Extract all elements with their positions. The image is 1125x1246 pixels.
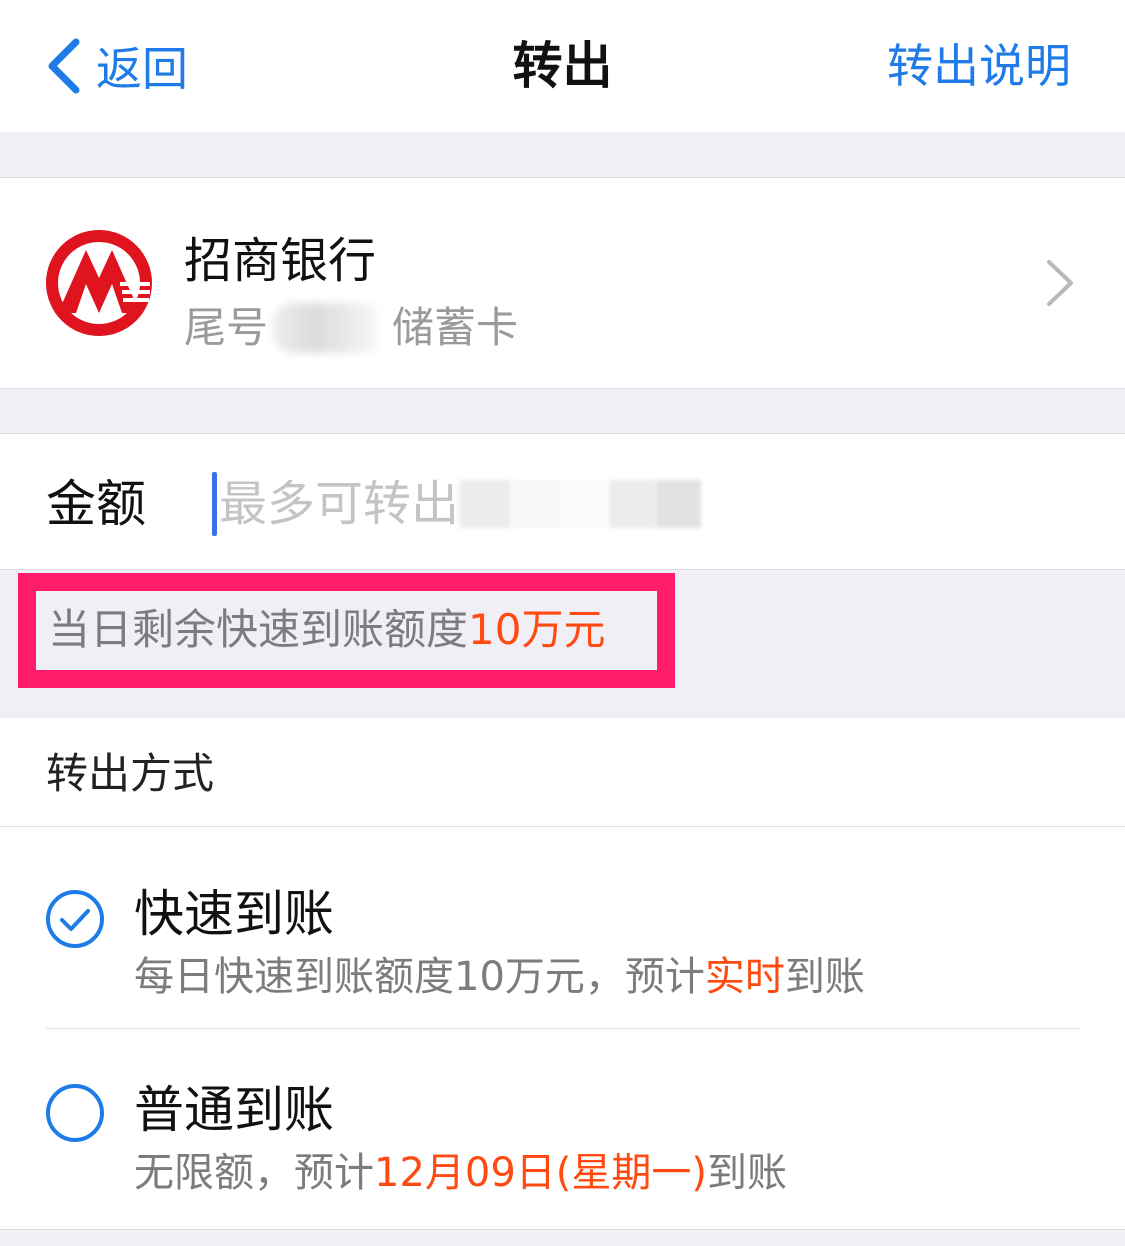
masked-card-number bbox=[272, 303, 383, 353]
desc-prefix: 无限额，预计 bbox=[134, 1150, 374, 1196]
desc-highlight: 12月09日(星期一) bbox=[374, 1150, 708, 1196]
masked-max-amount bbox=[459, 480, 701, 528]
option-fast-arrival[interactable]: 快速到账 每日快速到账额度10万元，预计实时到账 bbox=[0, 828, 1125, 1028]
cmb-bank-logo-icon bbox=[46, 230, 152, 336]
option-divider bbox=[46, 1028, 1080, 1029]
option-description: 每日快速到账额度10万元，预计实时到账 bbox=[134, 952, 865, 1002]
amount-input-wrapper[interactable] bbox=[212, 472, 912, 536]
bank-card-info: 尾号 储蓄卡 bbox=[184, 302, 518, 354]
card-tail-prefix: 尾号 bbox=[184, 303, 269, 352]
navbar: 返回 转出 转出说明 bbox=[0, 0, 1125, 132]
card-type: 储蓄卡 bbox=[392, 303, 519, 352]
amount-row: 金额 bbox=[0, 433, 1125, 570]
desc-suffix: 到账 bbox=[707, 1150, 788, 1196]
desc-prefix: 每日快速到账额度10万元，预计 bbox=[134, 954, 705, 1000]
radio-unchecked-icon[interactable] bbox=[44, 1082, 106, 1144]
text-cursor bbox=[212, 472, 217, 536]
transfer-method-section: 转出方式 快速到账 每日快速到账额度10万元，预计实时到账 普通到账 无限额，预… bbox=[0, 718, 1125, 1230]
quota-value: 10万元 bbox=[468, 605, 606, 654]
divider bbox=[0, 826, 1125, 827]
bank-card-row[interactable]: 招商银行 尾号 储蓄卡 bbox=[0, 177, 1125, 389]
amount-label: 金额 bbox=[46, 475, 146, 533]
transfer-instructions-link[interactable]: 转出说明 bbox=[887, 36, 1071, 96]
quota-label: 当日剩余快速到账额度 bbox=[48, 605, 469, 654]
bank-name: 招商银行 bbox=[184, 233, 377, 289]
chevron-right-icon bbox=[1047, 260, 1073, 306]
option-title: 快速到账 bbox=[134, 885, 334, 943]
desc-highlight: 实时 bbox=[704, 954, 785, 1000]
amount-input[interactable] bbox=[219, 476, 459, 532]
desc-suffix: 到账 bbox=[784, 954, 865, 1000]
remaining-quota-notice: 当日剩余快速到账额度10万元 bbox=[48, 604, 605, 656]
option-title: 普通到账 bbox=[134, 1081, 334, 1139]
option-description: 无限额，预计12月09日(星期一)到账 bbox=[134, 1148, 787, 1198]
radio-checked-icon[interactable] bbox=[44, 888, 106, 950]
option-normal-arrival[interactable]: 普通到账 无限额，预计12月09日(星期一)到账 bbox=[0, 1030, 1125, 1230]
transfer-method-header: 转出方式 bbox=[46, 749, 215, 798]
